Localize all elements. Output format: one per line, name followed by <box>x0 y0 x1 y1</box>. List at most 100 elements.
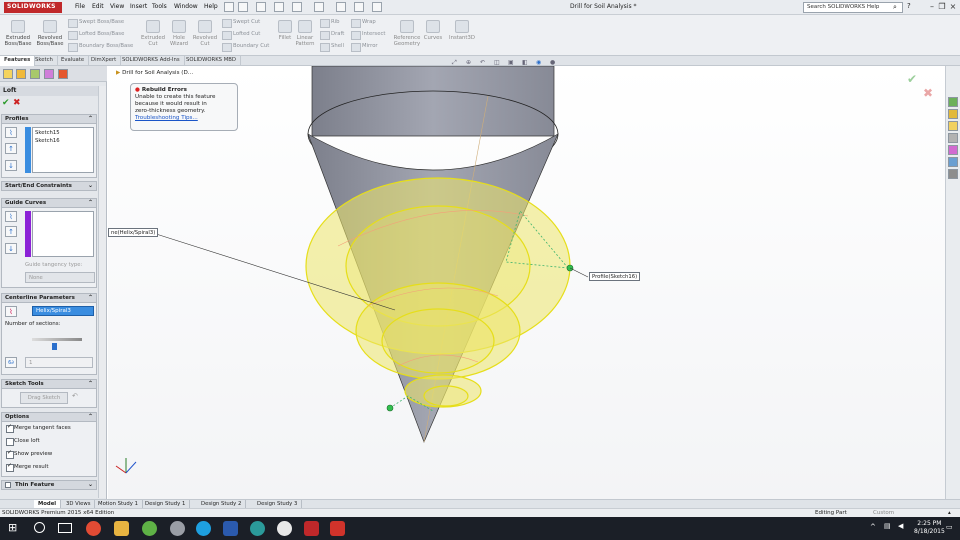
centerline-parameters-header[interactable]: Centerline Parameters ⌃ <box>1 293 97 303</box>
show-preview-checkbox[interactable]: Show preview <box>6 449 52 459</box>
configuration-manager-icon[interactable] <box>30 69 40 79</box>
resources-icon[interactable] <box>948 97 958 107</box>
design-library-icon[interactable] <box>948 109 958 119</box>
options-header[interactable]: Options ⌃ <box>1 412 97 422</box>
confirm-ok-icon[interactable]: ✔ <box>907 72 917 86</box>
menu-insert[interactable]: Insert <box>130 3 147 10</box>
zoom-to-fit-icon[interactable]: ⤢ <box>452 59 457 67</box>
drag-sketch-button[interactable]: Drag Sketch <box>20 392 68 404</box>
windows-start-icon[interactable]: ⊞ <box>8 522 17 533</box>
boundary-cut-button[interactable]: Boundary Cut <box>222 42 269 52</box>
rebuild-icon[interactable] <box>336 2 346 12</box>
sections-slider-handle[interactable] <box>52 343 57 350</box>
merge-tangent-faces-checkbox[interactable]: Merge tangent faces <box>6 423 71 433</box>
guide-tangency-select[interactable]: None <box>25 272 95 283</box>
tab-addins[interactable]: SOLIDWORKS Add-Ins <box>118 56 185 66</box>
thin-feature-checkbox[interactable] <box>5 482 11 488</box>
tray-chevron-icon[interactable]: ^ <box>870 523 876 531</box>
cortana-search-icon[interactable] <box>34 522 45 533</box>
chrome-icon[interactable] <box>86 521 101 536</box>
file-explorer-icon[interactable] <box>114 521 129 536</box>
search-icon[interactable]: ⌕ <box>893 3 897 12</box>
guide-curves-list[interactable] <box>32 211 94 257</box>
word-icon[interactable] <box>223 521 238 536</box>
centerline-callout[interactable]: ne(Helix/Spiral3) <box>108 228 159 237</box>
pin-icon[interactable] <box>224 2 234 12</box>
display-style-icon[interactable]: ◧ <box>522 59 528 66</box>
units-select[interactable]: Custom <box>873 509 894 517</box>
list-item[interactable]: Sketch16 <box>35 137 91 145</box>
close-button[interactable]: × <box>947 2 959 12</box>
centerline-input[interactable]: Helix/Spiral3 <box>32 306 94 316</box>
menu-tools[interactable]: Tools <box>152 3 167 10</box>
file-properties-icon[interactable] <box>354 2 364 12</box>
troubleshooting-link[interactable]: Troubleshooting Tips... <box>135 115 233 122</box>
select-icon[interactable] <box>314 2 324 12</box>
confirm-cancel-icon[interactable]: ✖ <box>923 86 933 100</box>
menu-help[interactable]: Help <box>204 3 218 10</box>
network-icon[interactable]: ▤ <box>884 522 891 530</box>
undo-icon[interactable] <box>292 2 302 12</box>
panel-scrollbar[interactable] <box>98 86 106 498</box>
menu-file[interactable]: File <box>75 3 85 10</box>
revolved-cut-button[interactable]: Revolved Cut <box>192 20 218 47</box>
new-document-icon[interactable] <box>238 2 248 12</box>
appearance-icon[interactable]: ● <box>550 59 555 66</box>
menu-edit[interactable]: Edit <box>92 3 104 10</box>
solidworks-logo[interactable]: SOLIDWORKS <box>4 2 62 13</box>
tab-sketch[interactable]: Sketch <box>31 56 58 66</box>
mirror-button[interactable]: Mirror <box>351 42 378 52</box>
skype-icon[interactable] <box>196 521 211 536</box>
swept-cut-button[interactable]: Swept Cut <box>222 18 260 28</box>
feature-tree-flyout[interactable]: ▶ Drill for Soil Analysis (D... <box>116 70 193 76</box>
hole-wizard-button[interactable]: Hole Wizard <box>167 20 191 47</box>
revolved-boss-button[interactable]: Revolved Boss/Base <box>34 20 66 47</box>
menu-view[interactable]: View <box>110 3 124 10</box>
help-icon[interactable]: ? <box>907 2 917 12</box>
itunes-icon[interactable] <box>277 521 292 536</box>
status-expand-icon[interactable]: ▴ <box>948 509 951 517</box>
tab-evaluate[interactable]: Evaluate <box>57 56 90 66</box>
swept-boss-button[interactable]: Swept Boss/Base <box>68 18 124 28</box>
rib-button[interactable]: Rib <box>320 18 340 28</box>
file-explorer-icon[interactable] <box>948 121 958 131</box>
lofted-boss-button[interactable]: Lofted Boss/Base <box>68 30 124 40</box>
open-icon[interactable] <box>256 2 266 12</box>
move-down-button[interactable]: ↓ <box>5 160 17 171</box>
sketch-tools-header[interactable]: Sketch Tools ⌃ <box>1 379 97 389</box>
print-icon[interactable] <box>274 2 284 12</box>
profile-callout[interactable]: Profile(Sketch16) <box>589 272 641 281</box>
ok-button[interactable]: ✔ <box>2 98 10 108</box>
guide-curves-header[interactable]: Guide Curves ⌃ <box>1 198 97 208</box>
wrap-button[interactable]: Wrap <box>351 18 376 28</box>
taskbar-clock[interactable]: 2:25 PM 8/18/2015 <box>914 520 945 536</box>
shell-button[interactable]: Shell <box>320 42 344 52</box>
lofted-cut-button[interactable]: Lofted Cut <box>222 30 260 40</box>
appearances-icon[interactable] <box>948 145 958 155</box>
display-manager-icon[interactable] <box>58 69 68 79</box>
extruded-boss-button[interactable]: Extruded Boss/Base <box>3 20 33 47</box>
tab-dimxpert[interactable]: DimXpert <box>87 56 122 66</box>
linear-pattern-button[interactable]: Linear Pattern <box>294 20 316 47</box>
draft-button[interactable]: Draft <box>320 30 344 40</box>
move-up-button[interactable]: ↑ <box>5 143 17 154</box>
cancel-button[interactable]: ✖ <box>13 98 21 108</box>
volume-icon[interactable]: ◀ <box>898 522 903 530</box>
list-item[interactable]: Sketch15 <box>35 129 91 137</box>
property-manager-icon[interactable] <box>16 69 26 79</box>
app-icon[interactable] <box>330 521 345 536</box>
dimxpert-manager-icon[interactable] <box>44 69 54 79</box>
close-loft-checkbox[interactable]: Close loft <box>6 437 40 446</box>
drill-shank[interactable] <box>311 66 555 137</box>
notifications-icon[interactable]: ▭ <box>946 523 953 531</box>
search-input[interactable]: Search SOLIDWORKS Help <box>803 2 903 13</box>
boundary-boss-button[interactable]: Boundary Boss/Base <box>68 42 133 52</box>
intersect-button[interactable]: Intersect <box>351 30 385 40</box>
app-icon[interactable] <box>250 521 265 536</box>
section-view-icon[interactable]: ◫ <box>494 59 500 66</box>
merge-result-checkbox[interactable]: Merge result <box>6 462 48 472</box>
zoom-area-icon[interactable]: ⊕ <box>466 59 471 66</box>
start-end-constraints-header[interactable]: Start/End Constraints ⌄ <box>1 181 97 191</box>
sections-input[interactable]: 1 <box>25 357 93 368</box>
tab-mbd[interactable]: SOLIDWORKS MBD <box>182 56 242 66</box>
